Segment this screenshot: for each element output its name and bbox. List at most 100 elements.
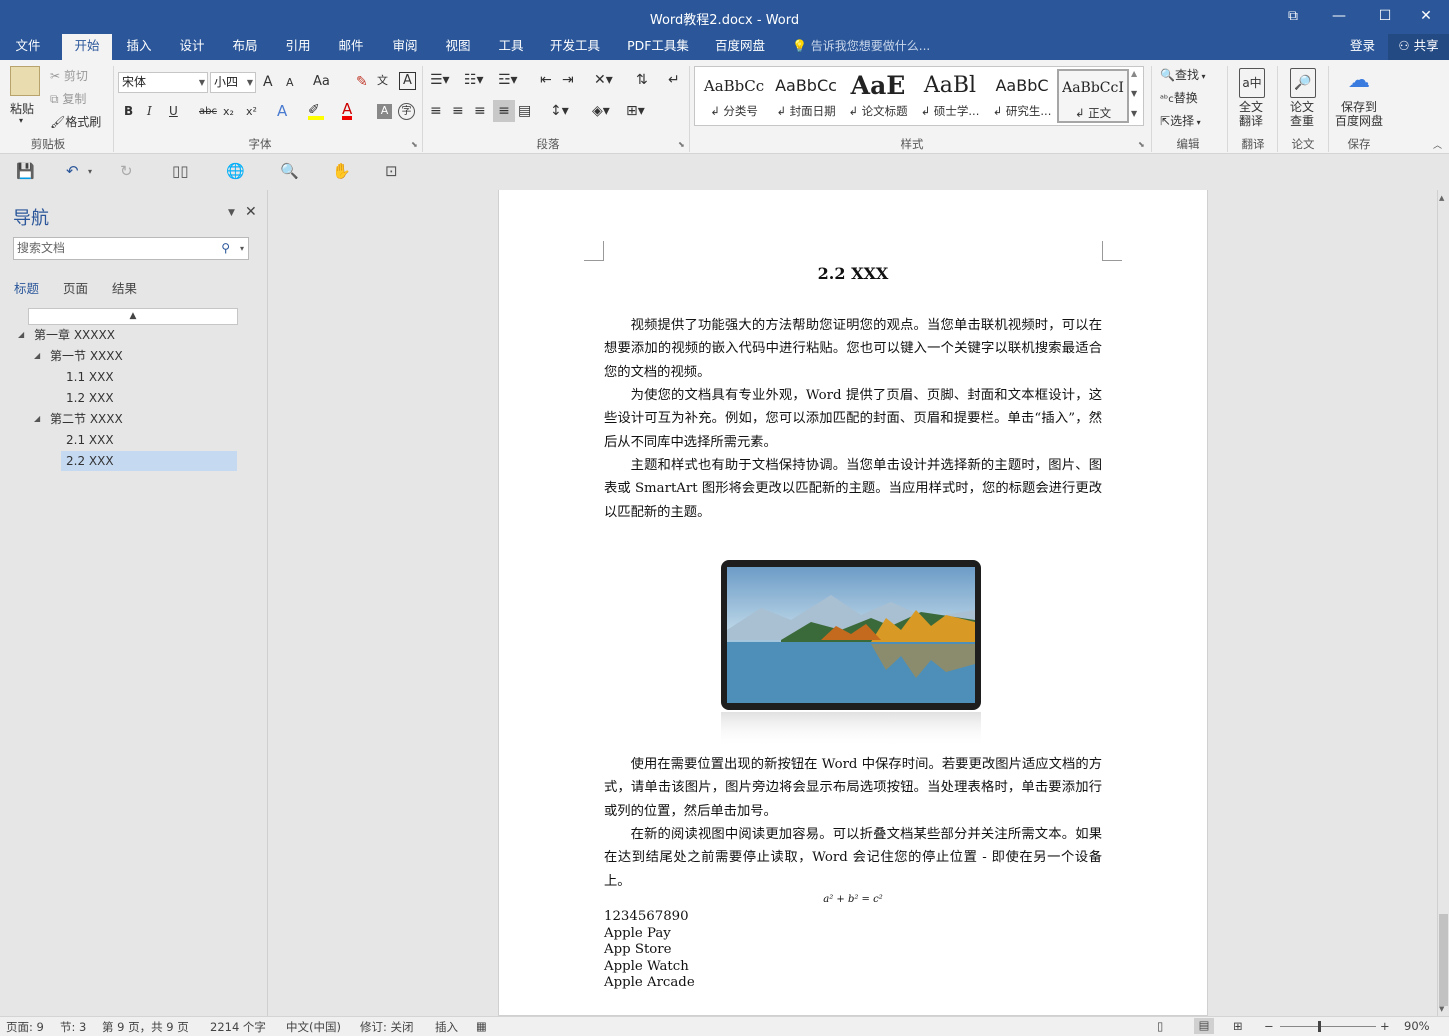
styles-dialog-launcher-icon[interactable]: ⬊ <box>1138 140 1145 149</box>
collapse-ribbon-icon[interactable]: ︿ <box>1433 138 1442 151</box>
tab-developer[interactable]: 开发工具 <box>540 34 610 60</box>
tab-results[interactable]: 结果 <box>112 278 137 297</box>
tab-insert[interactable]: 插入 <box>115 34 163 60</box>
multilevel-list-icon[interactable]: ☲▾ <box>498 72 518 88</box>
line-spacing-icon[interactable]: ↕▾ <box>550 103 569 119</box>
tab-pdf-tools[interactable]: PDF工具集 <box>620 34 696 60</box>
tab-references[interactable]: 引用 <box>274 34 322 60</box>
nav-heading-item[interactable]: 1.2 XXX <box>66 388 114 408</box>
scroll-to-top-bar[interactable]: ▲ <box>28 308 238 325</box>
style-item[interactable]: AaBl ↲ 硕士学... <box>915 69 985 123</box>
style-item[interactable]: AaBbC ↲ 研究生... <box>987 69 1057 123</box>
superscript-button[interactable]: x² <box>246 105 257 118</box>
bullets-icon[interactable]: ☰▾ <box>430 72 450 88</box>
numbering-icon[interactable]: ☷▾ <box>464 72 484 88</box>
web-layout-icon[interactable]: 🌐 <box>226 162 245 180</box>
underline-button[interactable]: U <box>169 104 178 118</box>
font-dialog-launcher-icon[interactable]: ⬊ <box>411 140 418 149</box>
save-to-baidu-button[interactable]: 保存到 百度网盘 <box>1335 100 1383 128</box>
status-section[interactable]: 节: 3 <box>60 1019 86 1035</box>
login-link[interactable]: 登录 <box>1350 34 1375 58</box>
redo-icon[interactable]: ↻ <box>120 162 133 180</box>
change-case-button[interactable]: Aa <box>313 74 330 89</box>
print-layout-view-icon[interactable]: ▤ <box>1194 1018 1214 1034</box>
style-item[interactable]: AaBbCc ↲ 分类号 <box>699 69 769 123</box>
gallery-down-icon[interactable]: ▼ <box>1131 89 1137 98</box>
strikethrough-button[interactable]: abc <box>199 106 217 117</box>
show-marks-icon[interactable]: ↵ <box>668 72 680 88</box>
gallery-up-icon[interactable]: ▲ <box>1131 69 1137 78</box>
tab-design[interactable]: 设计 <box>168 34 216 60</box>
decrease-indent-icon[interactable]: ⇤ <box>540 72 552 88</box>
save-icon[interactable]: 💾 <box>16 162 35 180</box>
nav-heading-item[interactable]: 第二节 XXXX <box>50 409 123 429</box>
align-left-icon[interactable]: ≡ <box>430 103 442 119</box>
tab-view[interactable]: 视图 <box>434 34 482 60</box>
status-page[interactable]: 页面: 9 <box>6 1019 44 1035</box>
format-painter-button[interactable]: 🖌格式刷 <box>50 113 101 130</box>
clear-format-icon[interactable]: ✎ <box>356 74 368 90</box>
chevron-down-icon[interactable]: ▾ <box>240 238 244 259</box>
font-name-combo[interactable]: 宋体 ▼ <box>118 72 208 93</box>
share-button[interactable]: ⚇ 共享 <box>1388 34 1449 60</box>
search-input[interactable]: 搜索文档 ⚲ ▾ <box>13 237 249 260</box>
collapse-triangle-icon[interactable]: ◢ <box>34 351 40 360</box>
distribute-icon[interactable]: ▤ <box>518 103 531 119</box>
document-page[interactable]: 2.2 XXX 视频提供了功能强大的方法帮助您证明您的观点。当您单击联机视频时，… <box>498 190 1208 1016</box>
full-translate-button[interactable]: 全文 翻译 <box>1239 100 1263 128</box>
tab-layout[interactable]: 布局 <box>221 34 269 60</box>
customize-icon[interactable]: ⊡ <box>385 162 398 180</box>
gallery-more-icon[interactable]: ▼ <box>1131 109 1137 118</box>
close-button[interactable]: ✕ <box>1403 0 1449 34</box>
align-center-icon[interactable]: ≡ <box>452 103 464 119</box>
increase-indent-icon[interactable]: ⇥ <box>562 72 574 88</box>
chinese-layout-icon[interactable]: ✕▾ <box>594 72 613 88</box>
paragraph-dialog-launcher-icon[interactable]: ⬊ <box>678 140 685 149</box>
status-word-count[interactable]: 2214 个字 <box>210 1019 266 1035</box>
tab-tools[interactable]: 工具 <box>487 34 535 60</box>
minimize-button[interactable]: — <box>1316 0 1362 34</box>
tab-mailings[interactable]: 邮件 <box>327 34 375 60</box>
grow-font-button[interactable]: A <box>263 74 273 90</box>
scroll-up-icon[interactable]: ▲ <box>1439 194 1444 202</box>
print-preview-icon[interactable]: 🔍 <box>280 162 299 180</box>
shrink-font-button[interactable]: A <box>286 76 294 89</box>
font-size-combo[interactable]: 小四 ▼ <box>210 72 256 93</box>
style-item[interactable]: AaE ↲ 论文标题 <box>843 69 913 123</box>
read-mode-icon[interactable]: ▯▯ <box>172 162 189 180</box>
vertical-scrollbar[interactable]: ▲ ▼ <box>1437 190 1449 1016</box>
text-effects-button[interactable]: A <box>277 102 287 120</box>
italic-button[interactable]: I <box>147 104 152 118</box>
search-icon[interactable]: ⚲ <box>221 238 230 259</box>
font-color-button[interactable]: A <box>342 102 353 120</box>
macro-record-icon[interactable]: ▦ <box>476 1019 487 1033</box>
undo-icon[interactable]: ↶ <box>66 162 79 180</box>
subscript-button[interactable]: x₂ <box>223 105 234 118</box>
tell-me-box[interactable]: 💡 告诉我您想要做什么... <box>792 34 930 60</box>
sort-icon[interactable]: ⇅ <box>636 72 648 88</box>
scroll-down-icon[interactable]: ▼ <box>1439 1005 1444 1013</box>
zoom-slider-track[interactable] <box>1280 1026 1376 1027</box>
tab-headings[interactable]: 标题 <box>14 278 39 297</box>
paste-dropdown-icon[interactable]: ▾ <box>19 116 23 125</box>
paper-check-button[interactable]: 论文 查重 <box>1290 100 1314 128</box>
read-mode-view-icon[interactable]: ▯ <box>1157 1019 1163 1033</box>
maximize-button[interactable]: ☐ <box>1362 0 1408 34</box>
enclose-char-icon[interactable]: 字 <box>398 103 415 120</box>
nav-heading-item[interactable]: 1.1 XXX <box>66 367 114 387</box>
shading-icon[interactable]: ◈▾ <box>592 103 610 119</box>
justify-icon[interactable]: ≡ <box>493 100 515 122</box>
align-right-icon[interactable]: ≡ <box>474 103 486 119</box>
nav-heading-item[interactable]: 第一节 XXXX <box>50 346 123 366</box>
nav-heading-item[interactable]: 第一章 XXXXX <box>34 325 115 345</box>
nav-heading-item-selected[interactable]: 2.2 XXX <box>61 451 237 471</box>
close-icon[interactable]: ✕ <box>245 204 257 220</box>
copy-button[interactable]: ⧉ 复制 <box>50 90 86 107</box>
cut-button[interactable]: ✂ 剪切 <box>50 67 88 84</box>
tab-pages[interactable]: 页面 <box>63 278 88 297</box>
zoom-level[interactable]: 90% <box>1404 1019 1430 1033</box>
tab-review[interactable]: 审阅 <box>381 34 429 60</box>
undo-dropdown-icon[interactable]: ▾ <box>88 167 92 176</box>
nav-heading-item[interactable]: 2.1 XXX <box>66 430 114 450</box>
paste-button[interactable]: 粘贴 <box>10 100 34 117</box>
